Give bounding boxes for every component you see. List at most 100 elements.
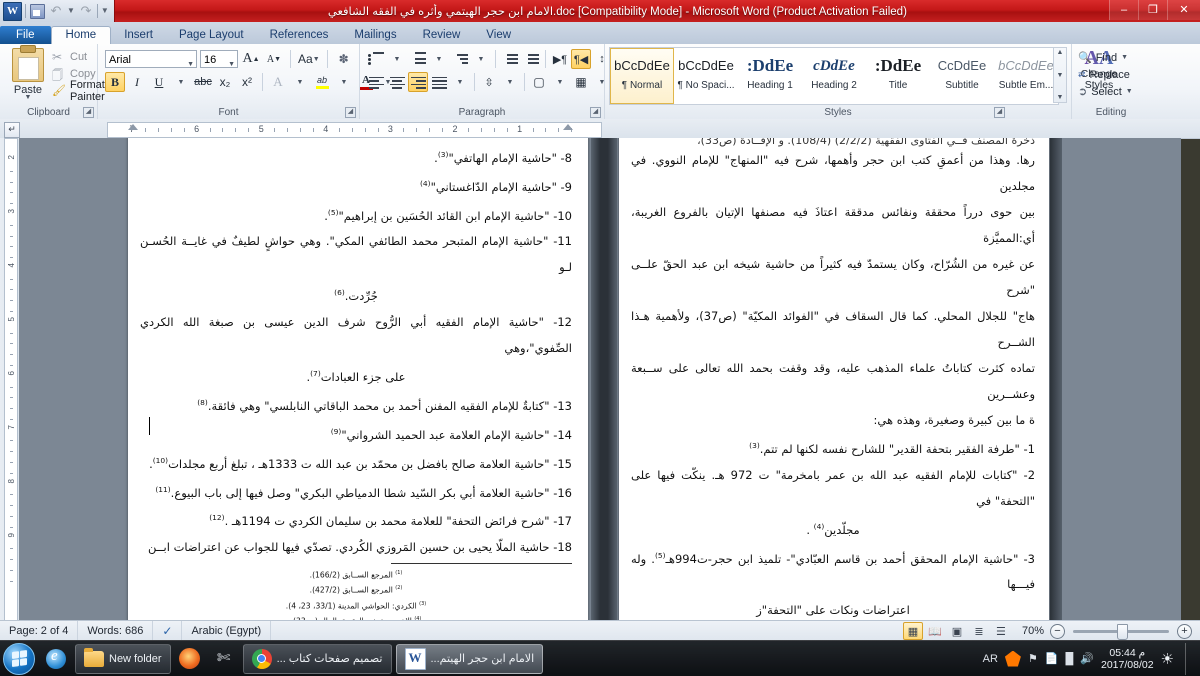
- bold-button[interactable]: B: [105, 72, 125, 92]
- undo-dropdown-icon[interactable]: ▼: [67, 3, 75, 19]
- scroll-up-icon[interactable]: ▲: [1057, 49, 1064, 56]
- styles-dialog-launcher[interactable]: ◢: [994, 107, 1005, 118]
- language-indicator[interactable]: Arabic (Egypt): [182, 621, 271, 641]
- redo-icon[interactable]: ↷: [78, 3, 94, 19]
- zoom-slider[interactable]: [1073, 630, 1169, 633]
- minimize-button[interactable]: –: [1109, 0, 1138, 20]
- scroll-down-icon[interactable]: ▼: [1057, 72, 1064, 79]
- document-page-right[interactable]: ذخرة المصنف فــي الفتاوى الفقهية (2/2/2)…: [619, 138, 1049, 620]
- underline-button[interactable]: U: [149, 72, 169, 92]
- style-heading-1[interactable]: :DdEe Heading 1: [738, 48, 802, 104]
- bullets-button[interactable]: [366, 49, 386, 69]
- avast-icon[interactable]: [1005, 651, 1021, 667]
- find-button[interactable]: 🔍 Find ▼: [1074, 49, 1133, 66]
- clock[interactable]: 05:44 م 2017/08/02: [1101, 647, 1154, 671]
- style-subtitle[interactable]: CcDdEe Subtitle: [930, 48, 994, 104]
- outline-icon[interactable]: ≣: [969, 622, 989, 640]
- numbering-dropdown-icon[interactable]: ▼: [429, 49, 449, 69]
- brightness-icon[interactable]: ☀: [1161, 650, 1174, 668]
- text-effects-button[interactable]: A: [268, 72, 288, 92]
- style-no-spacing[interactable]: bCcDdEe ¶ No Spaci...: [674, 48, 738, 104]
- align-left-button[interactable]: [366, 72, 386, 92]
- font-dialog-launcher[interactable]: ◢: [345, 107, 356, 118]
- highlight-button[interactable]: ab: [312, 72, 332, 92]
- page-indicator[interactable]: Page: 2 of 4: [0, 621, 78, 641]
- style-heading-2[interactable]: cDdEe Heading 2: [802, 48, 866, 104]
- ltr-text-direction-button[interactable]: ▶¶: [550, 49, 570, 69]
- multilevel-list-dropdown-icon[interactable]: ▼: [471, 49, 491, 69]
- zoom-slider-thumb[interactable]: [1117, 624, 1128, 640]
- taskbar-item-firefox[interactable]: [175, 644, 205, 674]
- word-logo-icon[interactable]: W: [3, 2, 22, 21]
- save-icon[interactable]: [29, 3, 45, 19]
- cut-button[interactable]: Cut: [52, 48, 105, 65]
- rtl-text-direction-button[interactable]: ¶◀: [571, 49, 591, 69]
- horizontal-ruler[interactable]: 7654321: [0, 119, 1200, 139]
- change-case-button[interactable]: Aa▼: [297, 49, 321, 69]
- zoom-level[interactable]: 70%: [1016, 625, 1050, 637]
- paste-button[interactable]: Paste ▼: [6, 48, 50, 101]
- tab-stop-selector[interactable]: [4, 122, 20, 138]
- right-indent-marker[interactable]: [563, 124, 573, 130]
- format-painter-button[interactable]: Format Painter: [52, 82, 105, 99]
- taskbar-item-word[interactable]: الامام ابن حجر الهيتم...: [396, 644, 544, 674]
- superscript-button[interactable]: x²: [237, 72, 257, 92]
- show-desktop-button[interactable]: [1185, 643, 1194, 675]
- clear-formatting-button[interactable]: ✽: [334, 49, 354, 69]
- document-canvas[interactable]: 8- "حاشية الإمام الهاتفي"(3). 9- "حاشية …: [19, 138, 1181, 620]
- borders-button[interactable]: ▦: [571, 72, 591, 92]
- increase-indent-button[interactable]: [521, 49, 541, 69]
- bullets-dropdown-icon[interactable]: ▼: [387, 49, 407, 69]
- tab-page-layout[interactable]: Page Layout: [166, 26, 257, 44]
- left-indent-marker[interactable]: [128, 124, 138, 130]
- align-center-button[interactable]: [387, 72, 407, 92]
- action-center-icon[interactable]: 📄: [1045, 652, 1059, 665]
- font-name-combo[interactable]: Arial ▼: [105, 50, 197, 68]
- tab-references[interactable]: References: [257, 26, 342, 44]
- taskbar-internet-explorer-icon[interactable]: [41, 644, 71, 674]
- style-subtle-emphasis[interactable]: bCcDdEe Subtle Em...: [994, 48, 1058, 104]
- full-screen-reading-icon[interactable]: 📖: [925, 622, 945, 640]
- zoom-in-button[interactable]: +: [1177, 624, 1192, 639]
- undo-icon[interactable]: ↶: [48, 3, 64, 19]
- proofing-status-button[interactable]: ✓: [153, 621, 182, 641]
- maximize-button[interactable]: ❐: [1138, 0, 1167, 20]
- customize-quick-access-icon[interactable]: ▼: [101, 3, 109, 19]
- tab-insert[interactable]: Insert: [111, 26, 166, 44]
- select-button[interactable]: ➲ Select ▼: [1074, 83, 1133, 100]
- tab-review[interactable]: Review: [410, 26, 474, 44]
- italic-button[interactable]: I: [127, 72, 147, 92]
- zoom-out-button[interactable]: −: [1050, 624, 1065, 639]
- vertical-ruler[interactable]: 23456789: [0, 138, 20, 620]
- shading-dropdown-icon[interactable]: ▼: [550, 72, 570, 92]
- styles-gallery-scroll[interactable]: ▲ ▼ ▼: [1053, 47, 1067, 103]
- tab-view[interactable]: View: [473, 26, 524, 44]
- tab-file[interactable]: File: [0, 26, 51, 44]
- replace-button[interactable]: ⇄ Replace: [1074, 66, 1133, 83]
- text-effects-dropdown-icon[interactable]: ▼: [290, 72, 310, 92]
- taskbar-item-snipping-tool[interactable]: ✄: [209, 644, 239, 674]
- numbering-button[interactable]: [408, 49, 428, 69]
- start-button[interactable]: [3, 643, 35, 675]
- flag-icon[interactable]: ⚑: [1028, 652, 1038, 665]
- paragraph-dialog-launcher[interactable]: ◢: [590, 107, 601, 118]
- close-button[interactable]: ✕: [1167, 0, 1200, 20]
- print-layout-icon[interactable]: ▦: [903, 622, 923, 640]
- taskbar-item-new-folder[interactable]: New folder: [75, 644, 171, 674]
- underline-dropdown-icon[interactable]: ▼: [171, 72, 191, 92]
- decrease-indent-button[interactable]: [500, 49, 520, 69]
- font-size-combo[interactable]: 16 ▼: [200, 50, 238, 68]
- find-dropdown-icon[interactable]: ▼: [1121, 54, 1128, 61]
- style-title[interactable]: :DdEe Title: [866, 48, 930, 104]
- taskbar-item-chrome[interactable]: تصميم صفحات كتاب ...: [243, 644, 392, 674]
- volume-icon[interactable]: 🔊: [1080, 652, 1094, 665]
- tab-mailings[interactable]: Mailings: [341, 26, 409, 44]
- network-icon[interactable]: █: [1065, 653, 1073, 665]
- justify-button[interactable]: [429, 72, 449, 92]
- language-indicator-tray[interactable]: AR: [983, 653, 998, 665]
- ruler-track[interactable]: 7654321: [107, 122, 602, 138]
- shading-button[interactable]: ▢: [529, 72, 549, 92]
- line-spacing-dropdown-icon[interactable]: ▼: [500, 72, 520, 92]
- strikethrough-button[interactable]: abc: [193, 72, 213, 92]
- draft-icon[interactable]: ☰: [991, 622, 1011, 640]
